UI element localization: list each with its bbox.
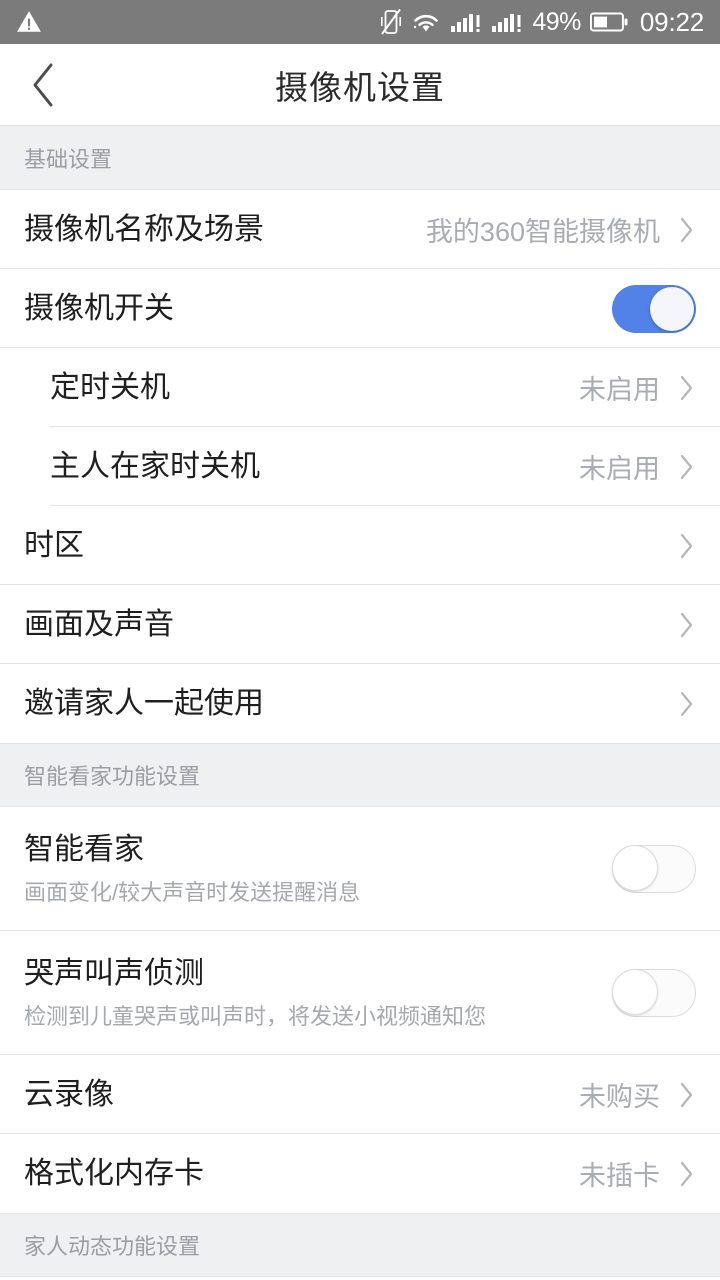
row-label: 定时关机	[50, 370, 170, 404]
row-label: 格式化内存卡	[24, 1156, 204, 1190]
row-label: 主人在家时关机	[50, 449, 260, 483]
chevron-right-icon	[678, 532, 696, 560]
warning-triangle-icon	[16, 9, 42, 35]
title-bar: 摄像机设置	[0, 44, 720, 126]
status-bar-left	[16, 9, 380, 35]
row-invite-family[interactable]: 邀请家人一起使用	[0, 664, 720, 743]
back-button[interactable]	[0, 44, 86, 126]
row-main: 画面及声音	[24, 607, 660, 643]
row-label: 摄像机开关	[24, 291, 174, 325]
toggle-knob	[650, 286, 694, 331]
vibrate-off-icon	[380, 8, 402, 36]
row-main: 哭声叫声侦测 检测到儿童哭声或叫声时，将发送小视频通知您	[24, 956, 612, 1030]
status-bar: 49% 09:22	[0, 0, 720, 44]
row-value: 未启用	[579, 375, 660, 405]
row-camera-name-scene[interactable]: 摄像机名称及场景 我的360智能摄像机	[0, 190, 720, 269]
status-bar-right: 49% 09:22	[380, 8, 704, 36]
row-main: 主人在家时关机	[50, 449, 579, 485]
row-main: 云录像	[24, 1077, 579, 1113]
row-subtitle: 画面变化/较大声音时发送提醒消息	[24, 879, 361, 905]
row-main: 定时关机	[50, 370, 579, 406]
row-main: 摄像机名称及场景	[24, 212, 426, 248]
row-main: 邀请家人一起使用	[24, 686, 660, 722]
camera-switch-toggle[interactable]	[612, 284, 696, 333]
row-value: 我的360智能摄像机	[425, 217, 660, 247]
row-scheduled-shutdown[interactable]: 定时关机 未启用	[0, 348, 720, 427]
row-main: 时区	[24, 528, 660, 564]
wifi-icon	[411, 10, 441, 34]
row-camera-switch[interactable]: 摄像机开关	[0, 269, 720, 348]
cry-detection-toggle[interactable]	[612, 969, 696, 1017]
row-timezone[interactable]: 时区	[0, 506, 720, 585]
row-label: 时区	[24, 528, 84, 562]
smart-guard-toggle[interactable]	[612, 845, 696, 893]
clock-label: 09:22	[639, 7, 704, 37]
signal-bars-alert-icon-2	[491, 10, 523, 34]
row-label: 哭声叫声侦测	[24, 956, 204, 990]
chevron-left-icon	[30, 62, 56, 108]
row-label: 邀请家人一起使用	[24, 686, 264, 720]
chevron-right-icon	[678, 1160, 696, 1188]
row-main: 智能看家 画面变化/较大声音时发送提醒消息	[24, 832, 612, 906]
row-label: 云录像	[24, 1077, 114, 1111]
row-cloud-recording[interactable]: 云录像 未购买	[0, 1055, 720, 1134]
settings-list[interactable]: 基础设置 摄像机名称及场景 我的360智能摄像机 摄像机开关 定时关机 未启用 …	[0, 126, 720, 1280]
battery-icon	[589, 11, 628, 33]
toggle-knob	[612, 969, 658, 1015]
section-header-family-activity: 家人动态功能设置	[0, 1213, 720, 1277]
chevron-right-icon	[678, 690, 696, 718]
chevron-right-icon	[678, 216, 696, 244]
row-label: 画面及声音	[24, 607, 174, 641]
row-format-sd-card[interactable]: 格式化内存卡 未插卡	[0, 1134, 720, 1213]
chevron-right-icon	[678, 453, 696, 481]
row-main: 摄像机开关	[24, 291, 612, 327]
page-title: 摄像机设置	[275, 68, 445, 106]
row-value: 未启用	[579, 454, 660, 484]
row-main: 格式化内存卡	[24, 1156, 579, 1192]
phone-screen: 49% 09:22 摄像机设置 基础设置 摄像机名称及场景 我的360智能摄像机…	[0, 0, 720, 1280]
signal-bars-alert-icon	[450, 10, 482, 34]
chevron-right-icon	[678, 611, 696, 639]
row-video-and-sound[interactable]: 画面及声音	[0, 585, 720, 664]
battery-percent-label: 49%	[532, 7, 581, 36]
row-subtitle: 检测到儿童哭声或叫声时，将发送小视频通知您	[24, 1003, 487, 1029]
toggle-knob	[612, 845, 658, 891]
row-label: 智能看家	[24, 832, 144, 866]
row-shutdown-when-owner-home[interactable]: 主人在家时关机 未启用	[0, 427, 720, 506]
section-header-basic: 基础设置	[0, 126, 720, 190]
row-cry-detection[interactable]: 哭声叫声侦测 检测到儿童哭声或叫声时，将发送小视频通知您	[0, 931, 720, 1055]
row-smart-guard[interactable]: 智能看家 画面变化/较大声音时发送提醒消息	[0, 807, 720, 931]
row-value: 未插卡	[579, 1161, 660, 1191]
section-header-smart-guard: 智能看家功能设置	[0, 743, 720, 807]
chevron-right-icon	[678, 1081, 696, 1109]
chevron-right-icon	[678, 374, 696, 402]
row-label: 摄像机名称及场景	[24, 212, 264, 246]
row-value: 未购买	[579, 1082, 660, 1112]
